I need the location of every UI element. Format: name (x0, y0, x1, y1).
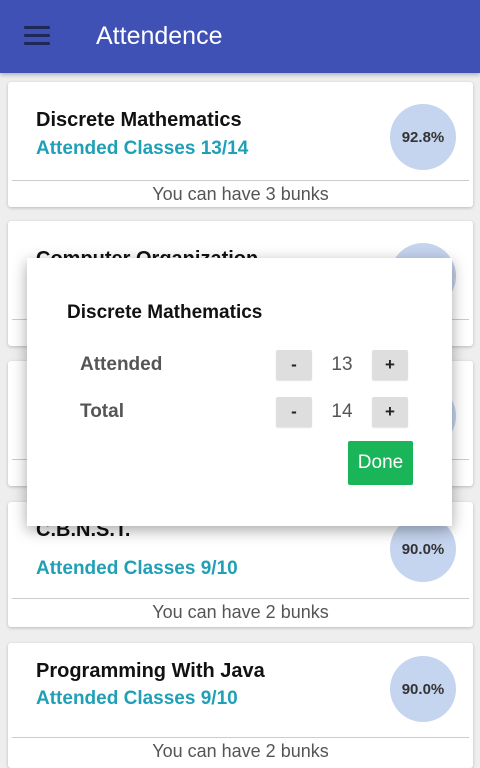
attended-classes: Attended Classes 9/10 (36, 558, 238, 579)
attended-classes: Attended Classes 13/14 (36, 138, 249, 159)
attendance-percent: 92.8% (390, 104, 456, 170)
subject-card-discrete-mathematics[interactable]: Discrete Mathematics Attended Classes 13… (8, 82, 473, 207)
total-decrement-button[interactable]: - (276, 397, 312, 427)
subject-name: Programming With Java (36, 660, 265, 682)
attendance-percent: 90.0% (390, 656, 456, 722)
total-label: Total (80, 401, 124, 422)
card-divider (12, 180, 469, 181)
hamburger-menu-icon[interactable] (24, 24, 50, 46)
attended-classes: Attended Classes 9/10 (36, 688, 238, 709)
dialog-title: Discrete Mathematics (67, 302, 263, 323)
bunks-text: You can have 3 bunks (152, 184, 329, 204)
app-bar: Attendence (0, 0, 480, 73)
bunks-text: You can have 2 bunks (152, 741, 329, 761)
attended-label: Attended (80, 354, 163, 375)
attended-decrement-button[interactable]: - (276, 350, 312, 380)
total-value: 14 (331, 401, 353, 422)
done-button[interactable]: Done (348, 441, 413, 485)
attended-increment-button[interactable]: + (372, 350, 408, 380)
edit-attendance-dialog: Discrete Mathematics Attended - 13 + Tot… (27, 258, 452, 526)
card-divider (12, 737, 469, 738)
subject-name: Discrete Mathematics (36, 109, 242, 131)
card-divider (12, 598, 469, 599)
total-increment-button[interactable]: + (372, 397, 408, 427)
app-title: Attendence (96, 22, 223, 50)
subject-card-programming-with-java[interactable]: Programming With Java Attended Classes 9… (8, 643, 473, 768)
bunks-text: You can have 2 bunks (152, 602, 329, 622)
attended-value: 13 (331, 354, 353, 375)
